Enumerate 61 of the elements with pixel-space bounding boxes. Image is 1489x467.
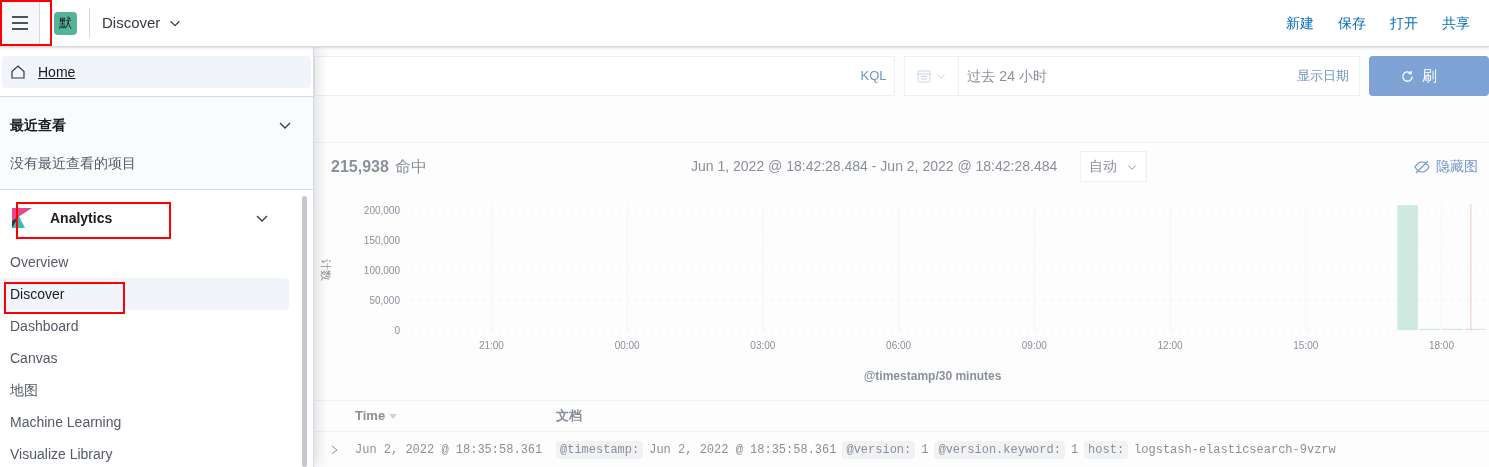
time-range-label: Jun 1, 2022 @ 18:42:28.484 - Jun 2, 2022 @ 18:42:28.484 <box>691 157 1058 176</box>
field-value: 1 <box>1070 442 1079 459</box>
nav-item[interactable]: Dashboard <box>0 310 289 342</box>
nav-item[interactable]: Machine Learning <box>0 406 289 438</box>
field-value: Jun 2, 2022 @ 18:35:58.361 <box>649 442 837 459</box>
axis-tick-label: 18:00 <box>1429 340 1454 351</box>
axis-tick-label: 03:00 <box>750 340 776 351</box>
empty-message: 没有最近查看的项目 <box>9 154 137 173</box>
nav-item[interactable]: Visualize Library <box>0 438 289 467</box>
axis-title: @timestamp/30 minutes <box>863 369 1002 383</box>
field-key: host: <box>1084 441 1129 459</box>
axis-tick-label: 50,000 <box>369 295 400 306</box>
header-link[interactable]: 保存 <box>1338 12 1366 34</box>
column-header[interactable]: Time <box>355 406 556 426</box>
header-link[interactable]: 共享 <box>1442 12 1470 34</box>
field-value: 1 <box>921 442 929 459</box>
expand-icon[interactable] <box>331 445 339 455</box>
home-icon <box>10 64 26 80</box>
logo-icon <box>12 208 32 228</box>
axis-tick-label: 21:00 <box>478 340 504 351</box>
home-link[interactable]: Home <box>2 56 311 88</box>
header-link[interactable]: 打开 <box>1390 12 1418 34</box>
hits-count: 215,938 命中 <box>331 156 427 177</box>
query-field[interactable]: KQL <box>314 56 896 96</box>
axis-tick-label: 09:00 <box>1021 340 1047 351</box>
axis-title: 计数 <box>320 259 332 281</box>
hide-chart-button[interactable]: 隐藏图 <box>1414 156 1478 177</box>
axis-tick-label: 150,000 <box>363 235 400 246</box>
app-title-button[interactable]: Discover <box>102 11 183 35</box>
axis-tick-label: 100,000 <box>363 265 400 276</box>
table-cell-text: Jun 2, 2022 @ 18:35:58.361 <box>355 442 544 459</box>
nav-item[interactable]: 地图 <box>0 374 289 406</box>
column-header[interactable]: 文档 <box>556 406 582 426</box>
time-range-text: 过去 24 小时 <box>967 66 1047 86</box>
axis-tick-label: 12:00 <box>1157 340 1183 351</box>
axis-tick-label: 00:00 <box>614 340 640 351</box>
nav-item[interactable]: Discover <box>0 278 289 310</box>
refresh-icon <box>1401 69 1414 83</box>
space-avatar[interactable]: 默 <box>54 11 77 35</box>
axis-tick-label: 0 <box>394 325 400 336</box>
calendar-icon <box>917 69 931 83</box>
axis-tick-label: 15:00 <box>1293 340 1319 351</box>
field-value: logstash-elasticsearch-9vzrw <box>1134 442 1336 459</box>
header-link[interactable]: 新建 <box>1286 12 1314 34</box>
axis-tick-label: 200,000 <box>363 205 400 216</box>
axis-tick-label: 06:00 <box>886 340 912 351</box>
menu-icon <box>10 16 29 30</box>
language-toggle[interactable]: KQL <box>860 66 887 86</box>
eye-slash-icon <box>1414 159 1430 174</box>
nav-item[interactable]: Canvas <box>0 342 289 374</box>
analytics-section-header[interactable]: Analytics <box>0 190 290 246</box>
sort-icon <box>389 413 398 419</box>
show-dates-link[interactable]: 显示日期 <box>1297 66 1349 86</box>
field-key: @version: <box>842 441 916 459</box>
interval-select[interactable]: 自动 <box>1080 151 1147 182</box>
field-key: @timestamp: <box>556 441 644 459</box>
date-picker[interactable]: 过去 24 小时 显示日期 <box>904 56 1360 96</box>
nav-item[interactable]: Overview <box>0 246 289 278</box>
scrollbar[interactable] <box>302 196 307 467</box>
recent-section-header[interactable]: 最近查看 <box>0 97 313 153</box>
field-key: @version.keyword: <box>934 441 1065 459</box>
